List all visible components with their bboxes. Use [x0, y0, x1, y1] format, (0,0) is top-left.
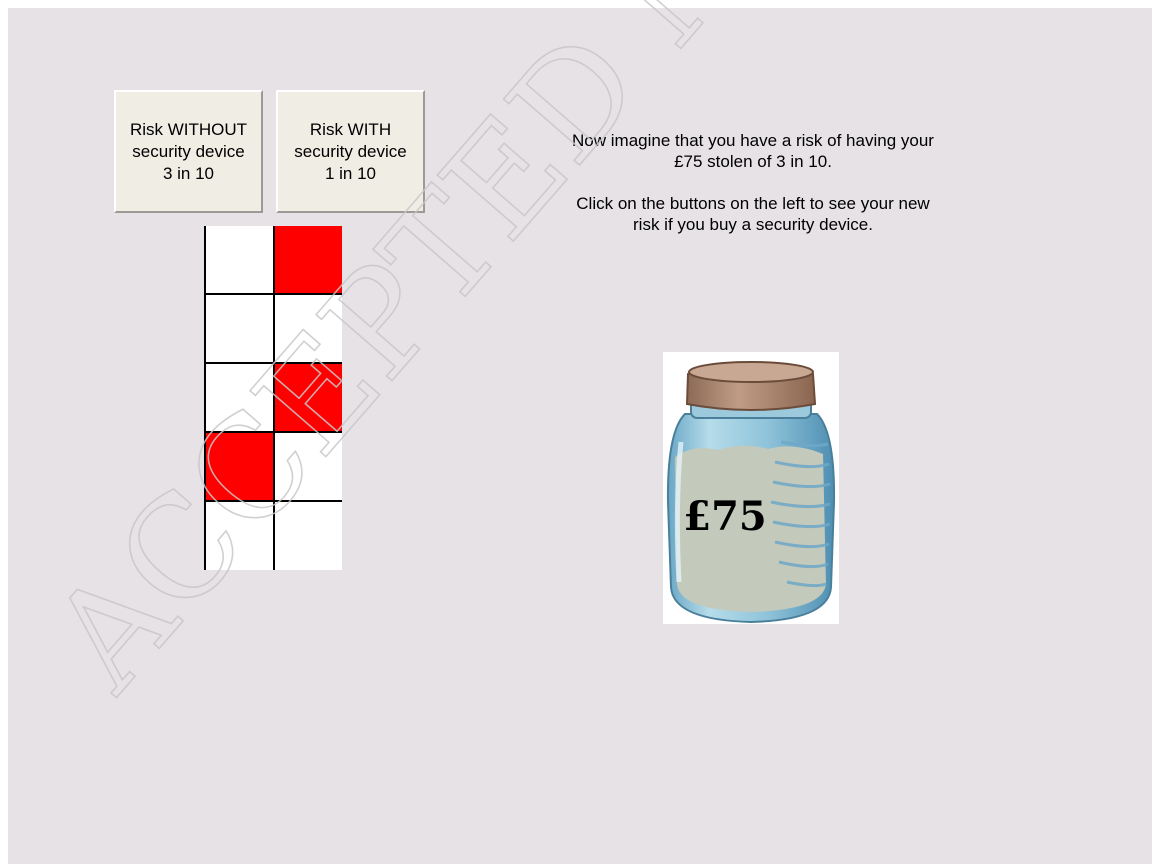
instructions-paragraph-action: Click on the buttons on the left to see …: [576, 194, 930, 234]
instructions-text: Now imagine that you have a risk of havi…: [568, 130, 938, 256]
grid-line: [273, 226, 275, 570]
button-label-line2: security device: [294, 141, 407, 161]
survey-screen: Risk WITHOUT security device 3 in 10 Ris…: [8, 8, 1152, 864]
button-label-line1: Risk WITH: [309, 119, 392, 139]
button-label-line1: Risk WITHOUT: [129, 119, 248, 139]
risk-cell-empty: [206, 502, 273, 569]
money-jar-graphic: £75: [666, 361, 836, 624]
risk-grid: [204, 226, 342, 570]
jar-amount-label: £75: [683, 493, 767, 540]
risk-cell-empty: [206, 295, 273, 362]
button-label-line2: security device: [132, 141, 245, 161]
risk-cell-filled: [275, 364, 342, 431]
risk-without-device-button[interactable]: Risk WITHOUT security device 3 in 10: [114, 90, 263, 213]
risk-cell-empty: [275, 433, 342, 500]
risk-cell-filled: [206, 433, 273, 500]
risk-cell-empty: [275, 295, 342, 362]
risk-cell-empty: [206, 364, 273, 431]
risk-cell-empty: [206, 226, 273, 293]
grid-line: [204, 226, 206, 570]
instructions-paragraph-risk: Now imagine that you have a risk of havi…: [572, 131, 934, 171]
money-jar-icon: £75: [663, 352, 839, 624]
risk-cell-empty: [275, 502, 342, 569]
button-label-risk: 3 in 10: [162, 163, 215, 183]
risk-with-device-button[interactable]: Risk WITH security device 1 in 10: [276, 90, 425, 213]
risk-cell-filled: [275, 226, 342, 293]
button-label-risk: 1 in 10: [324, 163, 377, 183]
